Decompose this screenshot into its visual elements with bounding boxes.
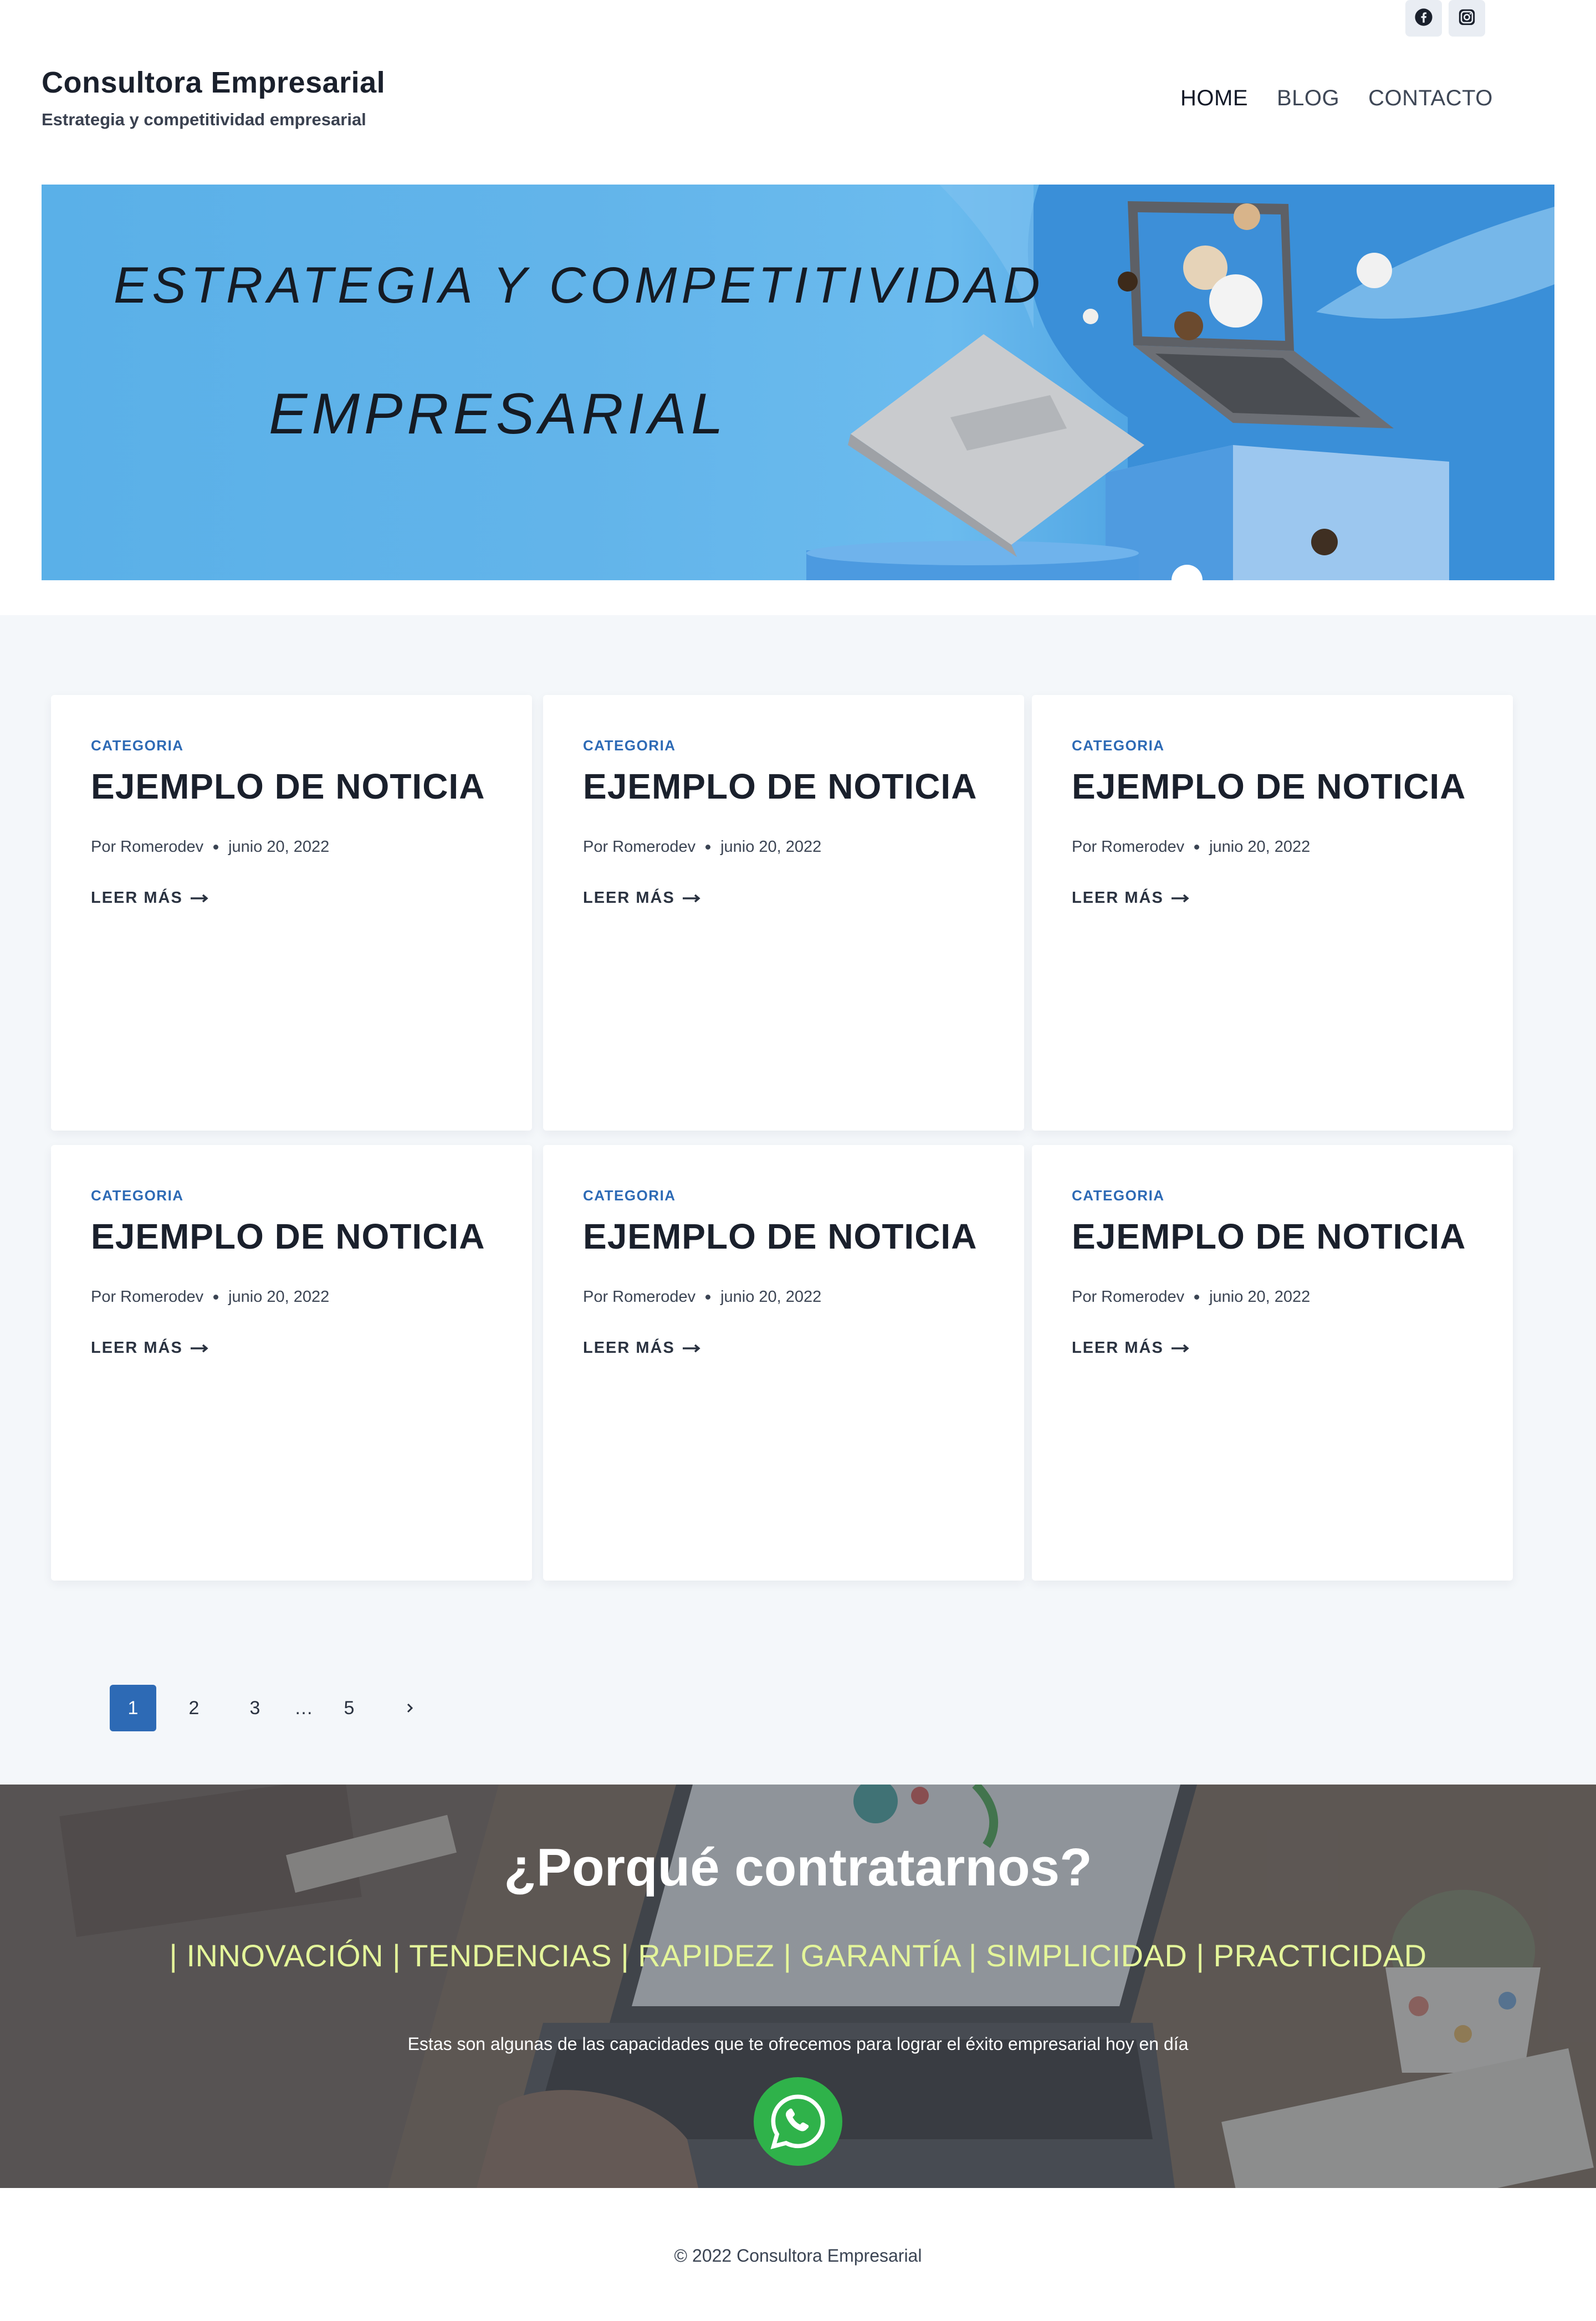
meta-separator bbox=[213, 1295, 219, 1300]
read-more-link[interactable]: LEER MÁS bbox=[1072, 1339, 1189, 1357]
hero-heading-line2: EMPRESARIAL bbox=[269, 382, 728, 446]
post-category[interactable]: CATEGORIA bbox=[583, 737, 676, 754]
post-meta: Por Romerodev junio 20, 2022 bbox=[91, 838, 329, 856]
post-meta: Por Romerodev junio 20, 2022 bbox=[1072, 838, 1310, 856]
page-ellipsis: … bbox=[294, 1697, 313, 1719]
hero-heading-line1: ESTRATEGIA Y COMPETITIVIDAD bbox=[114, 257, 1045, 314]
meta-separator bbox=[1194, 845, 1200, 850]
read-more-link[interactable]: LEER MÁS bbox=[583, 889, 700, 907]
read-more-label: LEER MÁS bbox=[91, 889, 183, 907]
post-card: CATEGORIA EJEMPLO DE NOTICIA Por Romerod… bbox=[51, 695, 532, 1131]
page-2[interactable]: 2 bbox=[171, 1685, 217, 1731]
site-footer: © 2022 Consultora Empresarial bbox=[0, 2188, 1596, 2321]
post-category[interactable]: CATEGORIA bbox=[583, 1187, 676, 1204]
post-meta: Por Romerodev junio 20, 2022 bbox=[91, 1288, 329, 1306]
whatsapp-icon bbox=[770, 2094, 825, 2150]
read-more-label: LEER MÁS bbox=[91, 1339, 183, 1357]
post-author[interactable]: Por Romerodev bbox=[91, 1288, 203, 1306]
facebook-link[interactable] bbox=[1405, 0, 1442, 37]
post-title[interactable]: EJEMPLO DE NOTICIA bbox=[1072, 766, 1466, 807]
posts-grid: CATEGORIA EJEMPLO DE NOTICIA Por Romerod… bbox=[0, 615, 1596, 1785]
post-card: CATEGORIA EJEMPLO DE NOTICIA Por Romerod… bbox=[51, 1145, 532, 1581]
read-more-label: LEER MÁS bbox=[583, 889, 675, 907]
post-author[interactable]: Por Romerodev bbox=[1072, 1288, 1184, 1306]
post-category[interactable]: CATEGORIA bbox=[91, 737, 184, 754]
post-author[interactable]: Por Romerodev bbox=[583, 838, 695, 856]
arrow-right-icon bbox=[190, 894, 208, 902]
next-page-button[interactable] bbox=[387, 1685, 433, 1731]
arrow-right-icon bbox=[682, 894, 700, 902]
read-more-label: LEER MÁS bbox=[1072, 889, 1164, 907]
instagram-icon bbox=[1457, 8, 1476, 29]
post-date: junio 20, 2022 bbox=[720, 1288, 822, 1306]
site-tagline: Estrategia y competitividad empresarial bbox=[42, 110, 366, 129]
post-title[interactable]: EJEMPLO DE NOTICIA bbox=[583, 766, 977, 807]
nav-contacto[interactable]: CONTACTO bbox=[1368, 86, 1493, 111]
post-author[interactable]: Por Romerodev bbox=[583, 1288, 695, 1306]
read-more-link[interactable]: LEER MÁS bbox=[91, 889, 208, 907]
arrow-right-icon bbox=[190, 1344, 208, 1352]
page-5[interactable]: 5 bbox=[326, 1685, 372, 1731]
post-date: junio 20, 2022 bbox=[720, 838, 822, 856]
post-card: CATEGORIA EJEMPLO DE NOTICIA Por Romerod… bbox=[1032, 1145, 1513, 1581]
instagram-link[interactable] bbox=[1449, 0, 1485, 37]
post-author[interactable]: Por Romerodev bbox=[91, 838, 203, 856]
post-title[interactable]: EJEMPLO DE NOTICIA bbox=[583, 1216, 977, 1257]
arrow-right-icon bbox=[682, 1344, 700, 1352]
post-title[interactable]: EJEMPLO DE NOTICIA bbox=[91, 1216, 485, 1257]
facebook-icon bbox=[1414, 8, 1433, 29]
post-title[interactable]: EJEMPLO DE NOTICIA bbox=[1072, 1216, 1466, 1257]
whatsapp-button[interactable] bbox=[754, 2077, 842, 2166]
pagination: 1 2 3 … 5 bbox=[110, 1685, 448, 1731]
hero-banner: ESTRATEGIA Y COMPETITIVIDAD EMPRESARIAL bbox=[42, 185, 1554, 580]
meta-separator bbox=[705, 1295, 711, 1300]
post-date: junio 20, 2022 bbox=[1209, 838, 1311, 856]
why-title: ¿Porqué contratarnos? bbox=[504, 1838, 1092, 1897]
read-more-label: LEER MÁS bbox=[1072, 1339, 1164, 1357]
post-category[interactable]: CATEGORIA bbox=[91, 1187, 184, 1204]
why-us-section: ¿Porqué contratarnos? | INNOVACIÓN | TEN… bbox=[0, 1785, 1596, 2188]
nav-blog[interactable]: BLOG bbox=[1277, 86, 1339, 111]
page-1[interactable]: 1 bbox=[110, 1685, 156, 1731]
post-card: CATEGORIA EJEMPLO DE NOTICIA Por Romerod… bbox=[543, 695, 1024, 1131]
meta-separator bbox=[213, 845, 219, 850]
page-3[interactable]: 3 bbox=[232, 1685, 278, 1731]
meta-separator bbox=[705, 845, 711, 850]
meta-separator bbox=[1194, 1295, 1200, 1300]
post-meta: Por Romerodev junio 20, 2022 bbox=[1072, 1288, 1310, 1306]
post-author[interactable]: Por Romerodev bbox=[1072, 838, 1184, 856]
site-title[interactable]: Consultora Empresarial bbox=[42, 65, 385, 100]
post-title[interactable]: EJEMPLO DE NOTICIA bbox=[91, 766, 485, 807]
copyright: © 2022 Consultora Empresarial bbox=[674, 2246, 922, 2266]
post-meta: Por Romerodev junio 20, 2022 bbox=[583, 1288, 821, 1306]
post-date: junio 20, 2022 bbox=[228, 1288, 330, 1306]
arrow-right-icon bbox=[1171, 1344, 1189, 1352]
nav-home[interactable]: HOME bbox=[1180, 86, 1248, 111]
post-card: CATEGORIA EJEMPLO DE NOTICIA Por Romerod… bbox=[1032, 695, 1513, 1131]
read-more-label: LEER MÁS bbox=[583, 1339, 675, 1357]
post-category[interactable]: CATEGORIA bbox=[1072, 1187, 1165, 1204]
read-more-link[interactable]: LEER MÁS bbox=[583, 1339, 700, 1357]
why-values: | INNOVACIÓN | TENDENCIAS | RAPIDEZ | GA… bbox=[169, 1938, 1427, 1973]
chevron-right-icon bbox=[407, 1703, 413, 1713]
read-more-link[interactable]: LEER MÁS bbox=[1072, 889, 1189, 907]
arrow-right-icon bbox=[1171, 894, 1189, 902]
why-description: Estas son algunas de las capacidades que… bbox=[407, 2034, 1189, 2054]
post-date: junio 20, 2022 bbox=[1209, 1288, 1311, 1306]
post-date: junio 20, 2022 bbox=[228, 838, 330, 856]
post-category[interactable]: CATEGORIA bbox=[1072, 737, 1165, 754]
main-nav: HOME BLOG CONTACTO bbox=[1180, 86, 1493, 111]
post-meta: Por Romerodev junio 20, 2022 bbox=[583, 838, 821, 856]
post-card: CATEGORIA EJEMPLO DE NOTICIA Por Romerod… bbox=[543, 1145, 1024, 1581]
read-more-link[interactable]: LEER MÁS bbox=[91, 1339, 208, 1357]
